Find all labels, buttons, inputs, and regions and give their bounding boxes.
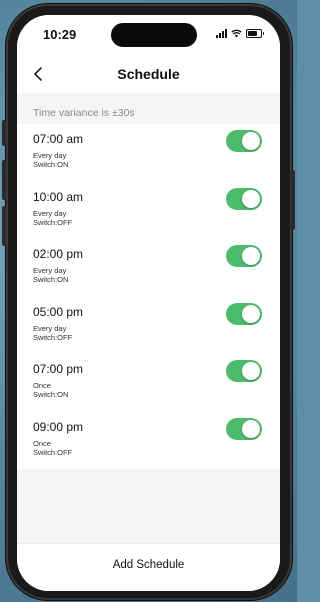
status-time: 10:29 xyxy=(43,27,77,42)
schedule-item[interactable]: 07:00 pm Once Switch:ON xyxy=(17,354,280,412)
nav-bar: Schedule xyxy=(17,55,280,93)
schedule-details: Every day Switch:OFF xyxy=(33,209,72,227)
schedule-time: 10:00 am xyxy=(33,189,84,204)
schedule-repeat: Every day xyxy=(33,208,67,218)
schedule-list: 07:00 am Every day Switch:ON 10:00 am Ev… xyxy=(17,124,280,469)
schedule-time: 02:00 pm xyxy=(33,247,84,261)
schedule-toggle[interactable] xyxy=(226,130,262,152)
schedule-repeat: Every day xyxy=(33,266,67,275)
dynamic-island xyxy=(111,23,197,47)
status-icons xyxy=(216,29,264,38)
wifi-icon xyxy=(231,29,242,38)
toggle-knob xyxy=(242,247,260,265)
side-button xyxy=(2,160,6,200)
side-button xyxy=(2,206,6,246)
schedule-item[interactable]: 05:00 pm Every day Switch:OFF xyxy=(17,297,280,355)
schedule-toggle[interactable] xyxy=(226,245,262,267)
schedule-switch-state: Switch:OFF xyxy=(33,217,73,227)
toggle-knob xyxy=(242,132,260,150)
side-button xyxy=(2,120,6,146)
power-button xyxy=(291,170,295,230)
schedule-switch-state: Switch:OFF xyxy=(33,447,73,457)
schedule-time: 07:00 am xyxy=(33,132,84,146)
schedule-item[interactable]: 10:00 am Every day Switch:OFF xyxy=(17,182,280,240)
schedule-time: 05:00 pm xyxy=(33,304,84,319)
footer-bar: Add Schedule xyxy=(17,543,280,591)
schedule-repeat: Once xyxy=(33,381,51,390)
schedule-switch-state: Switch:ON xyxy=(33,275,69,284)
schedule-details: Every day Switch:ON xyxy=(33,151,68,169)
schedule-switch-state: Switch:OFF xyxy=(33,332,73,342)
time-variance-note: Time variance is ±30s xyxy=(33,107,135,119)
schedule-repeat: Every day xyxy=(33,151,67,160)
toggle-knob xyxy=(242,419,260,438)
schedule-switch-state: Switch:ON xyxy=(33,390,69,399)
schedule-item[interactable]: 09:00 pm Once Switch:OFF xyxy=(17,412,280,470)
signal-icon xyxy=(216,29,227,38)
status-bar: 10:29 xyxy=(17,15,280,55)
toggle-knob xyxy=(242,189,260,208)
schedule-toggle[interactable] xyxy=(226,302,262,325)
add-schedule-button[interactable]: Add Schedule xyxy=(17,559,280,571)
schedule-toggle[interactable] xyxy=(226,360,262,382)
schedule-time: 07:00 pm xyxy=(33,362,84,376)
battery-icon xyxy=(246,29,264,38)
schedule-repeat: Once xyxy=(33,438,51,448)
toggle-knob xyxy=(242,304,260,323)
toggle-knob xyxy=(242,362,260,380)
schedule-switch-state: Switch:ON xyxy=(33,160,69,169)
phone-screen: 10:29 Schedule Time variance is ±30s 07:… xyxy=(17,15,280,591)
schedule-item[interactable]: 02:00 pm Every day Switch:ON xyxy=(17,239,280,297)
schedule-toggle[interactable] xyxy=(226,417,262,440)
schedule-toggle[interactable] xyxy=(226,187,262,210)
schedule-details: Every day Switch:OFF xyxy=(33,324,72,342)
schedule-item[interactable]: 07:00 am Every day Switch:ON xyxy=(17,124,280,182)
page-title: Schedule xyxy=(117,66,180,82)
schedule-repeat: Every day xyxy=(33,323,67,333)
schedule-time: 09:00 pm xyxy=(33,419,84,434)
schedule-details: Once Switch:OFF xyxy=(33,439,72,457)
schedule-details: Once Switch:ON xyxy=(33,381,68,399)
schedule-details: Every day Switch:ON xyxy=(33,266,68,284)
